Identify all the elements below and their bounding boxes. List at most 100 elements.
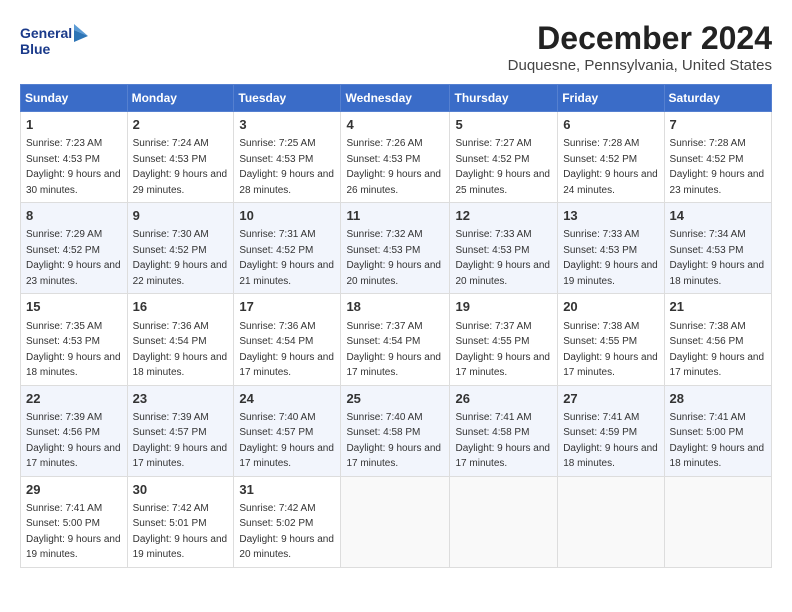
weekday-header-tuesday: Tuesday <box>234 85 341 112</box>
calendar-cell <box>558 476 664 567</box>
day-number: 1 <box>26 116 122 134</box>
day-number: 21 <box>670 298 766 316</box>
day-number: 13 <box>563 207 658 225</box>
calendar-cell: 5 Sunrise: 7:27 AMSunset: 4:52 PMDayligh… <box>450 112 558 203</box>
calendar-cell: 28 Sunrise: 7:41 AMSunset: 5:00 PMDaylig… <box>664 385 771 476</box>
day-info: Sunrise: 7:40 AMSunset: 4:57 PMDaylight:… <box>239 412 334 470</box>
day-info: Sunrise: 7:30 AMSunset: 4:52 PMDaylight:… <box>133 229 228 287</box>
calendar-cell: 30 Sunrise: 7:42 AMSunset: 5:01 PMDaylig… <box>127 476 234 567</box>
day-info: Sunrise: 7:27 AMSunset: 4:52 PMDaylight:… <box>455 138 550 196</box>
calendar-cell: 31 Sunrise: 7:42 AMSunset: 5:02 PMDaylig… <box>234 476 341 567</box>
day-info: Sunrise: 7:28 AMSunset: 4:52 PMDaylight:… <box>563 138 658 196</box>
day-number: 12 <box>455 207 552 225</box>
calendar-table: SundayMondayTuesdayWednesdayThursdayFrid… <box>20 84 772 568</box>
day-number: 20 <box>563 298 658 316</box>
calendar-cell: 24 Sunrise: 7:40 AMSunset: 4:57 PMDaylig… <box>234 385 341 476</box>
calendar-cell: 2 Sunrise: 7:24 AMSunset: 4:53 PMDayligh… <box>127 112 234 203</box>
day-number: 22 <box>26 390 122 408</box>
calendar-cell <box>341 476 450 567</box>
day-info: Sunrise: 7:42 AMSunset: 5:01 PMDaylight:… <box>133 503 228 561</box>
day-number: 10 <box>239 207 335 225</box>
calendar-cell: 4 Sunrise: 7:26 AMSunset: 4:53 PMDayligh… <box>341 112 450 203</box>
calendar-cell: 6 Sunrise: 7:28 AMSunset: 4:52 PMDayligh… <box>558 112 664 203</box>
day-info: Sunrise: 7:40 AMSunset: 4:58 PMDaylight:… <box>346 412 441 470</box>
day-info: Sunrise: 7:35 AMSunset: 4:53 PMDaylight:… <box>26 321 121 379</box>
month-title: December 2024 <box>508 20 772 57</box>
day-number: 26 <box>455 390 552 408</box>
weekday-header-friday: Friday <box>558 85 664 112</box>
calendar-cell: 25 Sunrise: 7:40 AMSunset: 4:58 PMDaylig… <box>341 385 450 476</box>
day-info: Sunrise: 7:24 AMSunset: 4:53 PMDaylight:… <box>133 138 228 196</box>
day-info: Sunrise: 7:31 AMSunset: 4:52 PMDaylight:… <box>239 229 334 287</box>
day-number: 2 <box>133 116 229 134</box>
day-info: Sunrise: 7:34 AMSunset: 4:53 PMDaylight:… <box>670 229 765 287</box>
day-info: Sunrise: 7:23 AMSunset: 4:53 PMDaylight:… <box>26 138 121 196</box>
day-info: Sunrise: 7:39 AMSunset: 4:57 PMDaylight:… <box>133 412 228 470</box>
calendar-cell: 21 Sunrise: 7:38 AMSunset: 4:56 PMDaylig… <box>664 294 771 385</box>
day-number: 16 <box>133 298 229 316</box>
day-info: Sunrise: 7:41 AMSunset: 4:58 PMDaylight:… <box>455 412 550 470</box>
calendar-cell: 10 Sunrise: 7:31 AMSunset: 4:52 PMDaylig… <box>234 203 341 294</box>
logo: General Blue <box>20 20 90 65</box>
day-number: 24 <box>239 390 335 408</box>
calendar-cell: 19 Sunrise: 7:37 AMSunset: 4:55 PMDaylig… <box>450 294 558 385</box>
day-number: 27 <box>563 390 658 408</box>
day-info: Sunrise: 7:37 AMSunset: 4:54 PMDaylight:… <box>346 321 441 379</box>
day-number: 4 <box>346 116 444 134</box>
weekday-header-monday: Monday <box>127 85 234 112</box>
calendar-cell: 13 Sunrise: 7:33 AMSunset: 4:53 PMDaylig… <box>558 203 664 294</box>
day-number: 3 <box>239 116 335 134</box>
day-number: 17 <box>239 298 335 316</box>
calendar-cell: 7 Sunrise: 7:28 AMSunset: 4:52 PMDayligh… <box>664 112 771 203</box>
generalblue-logo: General Blue <box>20 20 90 65</box>
day-info: Sunrise: 7:37 AMSunset: 4:55 PMDaylight:… <box>455 321 550 379</box>
calendar-cell: 9 Sunrise: 7:30 AMSunset: 4:52 PMDayligh… <box>127 203 234 294</box>
svg-text:Blue: Blue <box>20 41 51 57</box>
day-number: 19 <box>455 298 552 316</box>
calendar-cell: 12 Sunrise: 7:33 AMSunset: 4:53 PMDaylig… <box>450 203 558 294</box>
day-info: Sunrise: 7:28 AMSunset: 4:52 PMDaylight:… <box>670 138 765 196</box>
calendar-cell <box>450 476 558 567</box>
day-info: Sunrise: 7:29 AMSunset: 4:52 PMDaylight:… <box>26 229 121 287</box>
calendar-cell: 8 Sunrise: 7:29 AMSunset: 4:52 PMDayligh… <box>21 203 128 294</box>
day-number: 18 <box>346 298 444 316</box>
calendar-cell: 20 Sunrise: 7:38 AMSunset: 4:55 PMDaylig… <box>558 294 664 385</box>
day-info: Sunrise: 7:33 AMSunset: 4:53 PMDaylight:… <box>455 229 550 287</box>
day-info: Sunrise: 7:41 AMSunset: 5:00 PMDaylight:… <box>26 503 121 561</box>
calendar-cell: 22 Sunrise: 7:39 AMSunset: 4:56 PMDaylig… <box>21 385 128 476</box>
day-number: 6 <box>563 116 658 134</box>
day-number: 9 <box>133 207 229 225</box>
calendar-cell: 1 Sunrise: 7:23 AMSunset: 4:53 PMDayligh… <box>21 112 128 203</box>
day-number: 31 <box>239 481 335 499</box>
day-info: Sunrise: 7:38 AMSunset: 4:56 PMDaylight:… <box>670 321 765 379</box>
day-info: Sunrise: 7:42 AMSunset: 5:02 PMDaylight:… <box>239 503 334 561</box>
day-number: 23 <box>133 390 229 408</box>
weekday-header-thursday: Thursday <box>450 85 558 112</box>
day-info: Sunrise: 7:39 AMSunset: 4:56 PMDaylight:… <box>26 412 121 470</box>
day-number: 15 <box>26 298 122 316</box>
day-info: Sunrise: 7:26 AMSunset: 4:53 PMDaylight:… <box>346 138 441 196</box>
calendar-cell: 29 Sunrise: 7:41 AMSunset: 5:00 PMDaylig… <box>21 476 128 567</box>
day-info: Sunrise: 7:41 AMSunset: 4:59 PMDaylight:… <box>563 412 658 470</box>
calendar-cell: 27 Sunrise: 7:41 AMSunset: 4:59 PMDaylig… <box>558 385 664 476</box>
calendar-cell: 16 Sunrise: 7:36 AMSunset: 4:54 PMDaylig… <box>127 294 234 385</box>
day-number: 11 <box>346 207 444 225</box>
day-number: 14 <box>670 207 766 225</box>
day-info: Sunrise: 7:41 AMSunset: 5:00 PMDaylight:… <box>670 412 765 470</box>
day-info: Sunrise: 7:25 AMSunset: 4:53 PMDaylight:… <box>239 138 334 196</box>
day-number: 28 <box>670 390 766 408</box>
calendar-cell: 18 Sunrise: 7:37 AMSunset: 4:54 PMDaylig… <box>341 294 450 385</box>
title-block: December 2024 Duquesne, Pennsylvania, Un… <box>508 20 772 74</box>
calendar-cell: 15 Sunrise: 7:35 AMSunset: 4:53 PMDaylig… <box>21 294 128 385</box>
calendar-cell: 23 Sunrise: 7:39 AMSunset: 4:57 PMDaylig… <box>127 385 234 476</box>
weekday-header-sunday: Sunday <box>21 85 128 112</box>
calendar-cell <box>664 476 771 567</box>
day-number: 7 <box>670 116 766 134</box>
weekday-header-wednesday: Wednesday <box>341 85 450 112</box>
calendar-cell: 14 Sunrise: 7:34 AMSunset: 4:53 PMDaylig… <box>664 203 771 294</box>
calendar-cell: 26 Sunrise: 7:41 AMSunset: 4:58 PMDaylig… <box>450 385 558 476</box>
day-info: Sunrise: 7:36 AMSunset: 4:54 PMDaylight:… <box>133 321 228 379</box>
day-number: 30 <box>133 481 229 499</box>
calendar-cell: 17 Sunrise: 7:36 AMSunset: 4:54 PMDaylig… <box>234 294 341 385</box>
weekday-header-saturday: Saturday <box>664 85 771 112</box>
